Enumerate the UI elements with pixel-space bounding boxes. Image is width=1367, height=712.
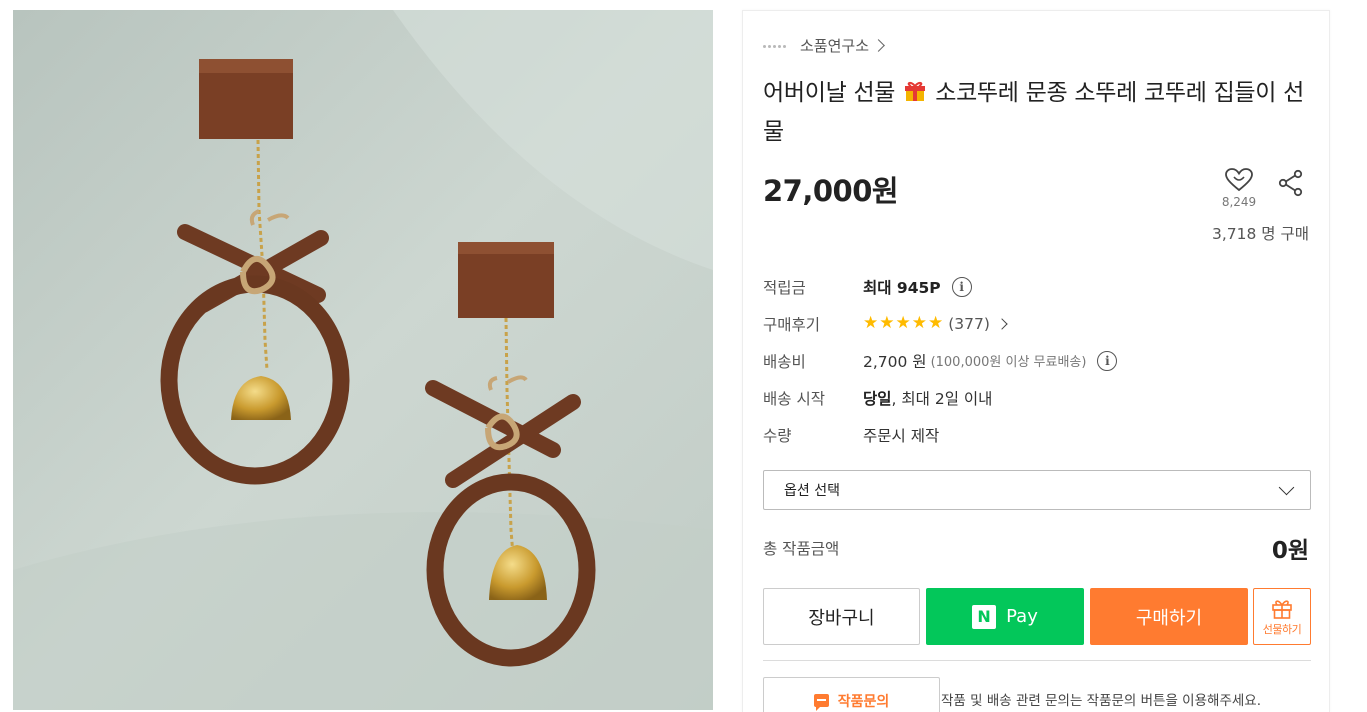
free-shipping-note: (100,000원 이상 무료배송) [930, 355, 1087, 370]
divider [763, 660, 1311, 661]
naver-pay-label: Pay [1006, 606, 1038, 627]
ship-start-label: 배송 시작 [763, 389, 825, 408]
star-icon: ★ [879, 313, 895, 333]
quantity-value: 주문시 제작 [863, 426, 940, 445]
product-info-table: 적립금 최대 945P i 구매후기 ★ ★ ★ ★ ★ (377) 배송비 2… [763, 268, 1311, 453]
points-value: 최대 945P [863, 278, 941, 297]
like-count: 8,249 [1221, 195, 1257, 209]
review-count: (377) [948, 314, 990, 333]
product-price: 27,000원 [763, 174, 899, 208]
cart-button[interactable]: 장바구니 [763, 588, 920, 645]
quantity-row: 수량 주문시 제작 [763, 416, 1311, 453]
star-icon: ★ [895, 313, 911, 333]
info-icon[interactable]: i [1097, 350, 1118, 371]
heart-icon [1225, 168, 1253, 192]
gift-icon [1272, 600, 1292, 619]
points-row: 적립금 최대 945P i [763, 268, 1311, 305]
ship-start-rest: , 최대 2일 이내 [891, 389, 993, 408]
chevron-right-icon [996, 317, 1008, 330]
info-icon[interactable]: i [951, 276, 972, 297]
purchase-count: 3,718 명 구매 [1211, 225, 1309, 243]
rating-stars: ★ ★ ★ ★ ★ [863, 315, 943, 332]
star-icon: ★ [928, 313, 944, 333]
like-button[interactable]: 8,249 [1219, 168, 1259, 209]
ship-start-row: 배송 시작 당일 , 최대 2일 이내 [763, 379, 1311, 416]
share-button[interactable] [1277, 169, 1305, 197]
product-title-part1: 어버이날 선물 [763, 80, 896, 106]
quantity-label: 수량 [763, 426, 792, 445]
total-label: 총 작품금액 [763, 540, 840, 558]
star-icon: ★ [863, 313, 879, 333]
product-title: 어버이날 선물 소코뚜레 문종 소뚜레 코뚜레 집들이 선물 [763, 75, 1315, 150]
gift-emoji-icon [904, 78, 926, 114]
share-icon [1278, 169, 1303, 197]
chevron-right-icon [872, 39, 885, 52]
seller-avatar [763, 44, 786, 48]
seller-name: 소품연구소 [800, 36, 870, 55]
shipping-value: 2,700 원 [863, 352, 927, 371]
inquiry-button-label: 작품문의 [837, 693, 890, 710]
naver-n-icon: N [972, 604, 997, 629]
inquiry-button[interactable]: 작품문의 [763, 677, 940, 712]
option-select-dropdown[interactable]: 옵션 선택 [763, 470, 1311, 510]
product-info-panel: 소품연구소 어버이날 선물 소코뚜레 문종 소뚜레 코뚜레 집들이 선물 27,… [742, 10, 1330, 712]
star-icon: ★ [911, 313, 927, 333]
gift-button-label: 선물하기 [1262, 623, 1302, 636]
points-label: 적립금 [763, 278, 806, 297]
seller-link[interactable]: 소품연구소 [763, 35, 885, 55]
option-select-label: 옵션 선택 [784, 483, 840, 499]
inquiry-help-text: 작품 및 배송 관련 문의는 작품문의 버튼을 이용해주세요. [941, 693, 1261, 709]
shipping-row: 배송비 2,700 원 (100,000원 이상 무료배송) i [763, 342, 1311, 379]
gift-button[interactable]: 선물하기 [1253, 588, 1311, 645]
product-photo-illustration [13, 10, 713, 710]
shipping-label: 배송비 [763, 352, 806, 371]
reviews-label: 구매후기 [763, 315, 821, 334]
chat-icon [813, 694, 829, 711]
chevron-down-icon [1278, 479, 1295, 496]
naver-pay-button[interactable]: N Pay [926, 588, 1084, 645]
product-image[interactable] [13, 10, 713, 710]
total-value: 0원 [1271, 538, 1309, 564]
reviews-row[interactable]: 구매후기 ★ ★ ★ ★ ★ (377) [763, 305, 1311, 342]
ship-start-bold: 당일 [863, 389, 892, 408]
buy-button[interactable]: 구매하기 [1090, 588, 1248, 645]
